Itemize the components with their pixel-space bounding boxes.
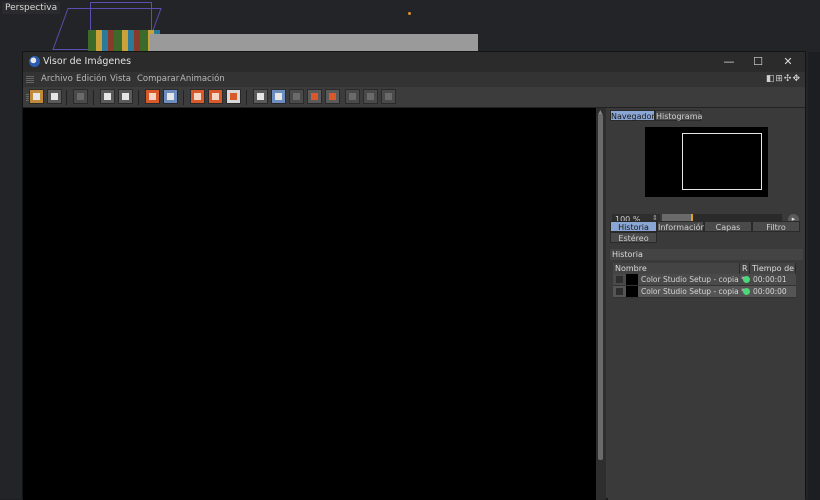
menu-comparar[interactable]: Comparar: [137, 74, 179, 84]
viewport-label[interactable]: Perspectiva: [2, 2, 61, 14]
render-name: Color Studio Setup - copia *: [641, 275, 745, 284]
toolbar: [23, 87, 805, 108]
tab-capas[interactable]: Capas: [704, 221, 752, 232]
close-button[interactable]: ✕: [775, 54, 801, 70]
render-time: 00:00:00: [753, 287, 787, 296]
toolbar-divider: [183, 90, 184, 105]
render-view-icon[interactable]: [163, 89, 178, 104]
render-picture-icon[interactable]: [190, 89, 205, 104]
toolbar-divider: [138, 90, 139, 105]
render-region-icon[interactable]: [145, 89, 160, 104]
set-b-icon[interactable]: [325, 89, 340, 104]
split-vertical-icon[interactable]: [345, 89, 360, 104]
image-viewer-window: Visor de Imágenes — ☐ ✕ Archivo Edición …: [22, 51, 806, 500]
difference-icon[interactable]: [381, 89, 396, 104]
tab-histograma[interactable]: Histograma: [655, 110, 702, 121]
menu-vista[interactable]: Vista: [110, 74, 131, 84]
render-thumbnail: [626, 274, 638, 285]
render-canvas[interactable]: [23, 108, 596, 500]
toolbar-divider: [246, 90, 247, 105]
tab-filtro[interactable]: Filtro: [752, 221, 800, 232]
history-table: Nombre R Tiempo de R Color Studio Setup …: [613, 263, 796, 500]
tab-estereo[interactable]: Estéreo: [610, 232, 657, 243]
row-checkbox[interactable]: [616, 276, 623, 283]
render-time: 00:00:01: [753, 275, 787, 284]
layout-icons[interactable]: ◧⊞✣✥: [766, 74, 801, 84]
column-header-nombre[interactable]: Nombre: [613, 263, 740, 274]
user-render-icon[interactable]: [118, 89, 133, 104]
menu-edicion[interactable]: Edición: [76, 74, 107, 84]
tab-historia[interactable]: Historia: [610, 221, 657, 232]
status-dot-icon: [743, 276, 750, 283]
menu-animacion[interactable]: Animación: [180, 74, 225, 84]
row-checkbox[interactable]: [616, 288, 623, 295]
scene-object: [150, 34, 478, 52]
set-a-icon[interactable]: [307, 89, 322, 104]
menu-bar: Archivo Edición Vista Comparar Animación…: [23, 72, 805, 87]
history-row[interactable]: Color Studio Setup - copia * 00:00:01: [613, 274, 796, 286]
grid-icon[interactable]: [73, 89, 88, 104]
render-thumbnail: [626, 286, 638, 297]
vertical-scrollbar[interactable]: ▲: [596, 108, 606, 500]
title-bar[interactable]: Visor de Imágenes — ☐ ✕: [23, 52, 805, 72]
render-name: Color Studio Setup - copia *: [641, 287, 745, 296]
menu-archivo[interactable]: Archivo: [41, 74, 73, 84]
navigator-preview[interactable]: [645, 127, 768, 197]
render-active-icon[interactable]: [208, 89, 223, 104]
ab-toggle-icon[interactable]: [271, 89, 286, 104]
scrollbar-thumb[interactable]: [598, 114, 603, 460]
minimize-button[interactable]: —: [716, 54, 742, 70]
app-logo-icon: [29, 56, 40, 67]
ab-swap-icon[interactable]: [289, 89, 304, 104]
save-file-icon[interactable]: [47, 89, 62, 104]
maximize-button[interactable]: ☐: [745, 54, 771, 70]
navigator-area: 100 % ⇕ ▸: [610, 122, 803, 225]
levels-icon[interactable]: [100, 89, 115, 104]
viewport-edge: [808, 52, 820, 499]
history-section-title: Historia: [610, 249, 803, 260]
side-panel: Navegador Histograma 100 % ⇕ ▸ Historia …: [608, 108, 805, 500]
grip-handle-icon[interactable]: [26, 75, 34, 83]
open-file-icon[interactable]: [29, 89, 44, 104]
status-dot-icon: [743, 288, 750, 295]
tab-navegador[interactable]: Navegador: [610, 110, 655, 121]
history-row[interactable]: Color Studio Setup - copia * 00:00:00: [613, 286, 796, 298]
toolbar-divider: [93, 90, 94, 105]
window-title: Visor de Imágenes: [43, 56, 132, 67]
tab-informacion[interactable]: Información: [657, 221, 706, 232]
ab-compare-icon[interactable]: [253, 89, 268, 104]
column-header-tiempo[interactable]: Tiempo de R: [750, 263, 796, 274]
toolbar-divider: [66, 90, 67, 105]
split-horizontal-icon[interactable]: [363, 89, 378, 104]
navigator-view-frame[interactable]: [682, 133, 762, 190]
team-render-icon[interactable]: [226, 89, 241, 104]
scene-marker: [408, 12, 411, 15]
column-header-r[interactable]: R: [740, 263, 750, 274]
